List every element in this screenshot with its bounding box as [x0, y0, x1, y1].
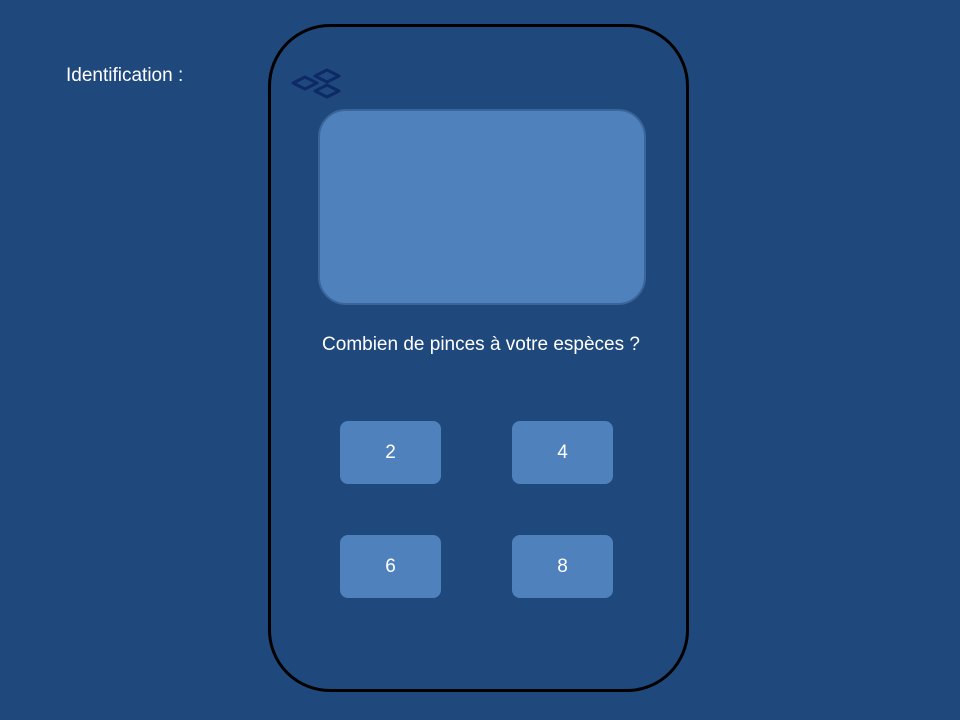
diamond-cluster-icon	[287, 65, 343, 109]
answer-button-6[interactable]: 6	[340, 535, 441, 598]
question-text: Combien de pinces à votre espèces ?	[322, 334, 640, 355]
phone-frame: Combien de pinces à votre espèces ? 2 4 …	[268, 24, 689, 692]
answer-button-8[interactable]: 8	[512, 535, 613, 598]
page-label: Identification :	[66, 65, 184, 86]
display-screen	[318, 109, 646, 305]
answer-button-2[interactable]: 2	[340, 421, 441, 484]
answer-button-4[interactable]: 4	[512, 421, 613, 484]
